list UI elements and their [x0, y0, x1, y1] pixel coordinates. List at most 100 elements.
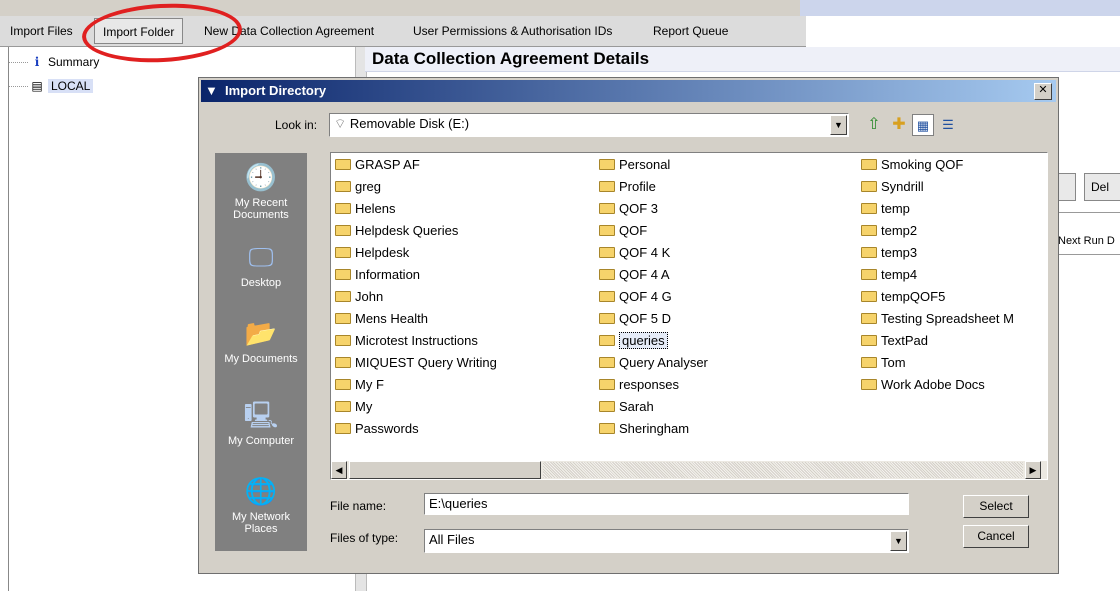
folder-item[interactable]: Smoking QOF — [861, 155, 1047, 175]
folder-item[interactable]: Syndrill — [861, 177, 1047, 197]
folder-name: temp — [881, 201, 910, 216]
folder-item[interactable]: temp4 — [861, 265, 1047, 285]
folder-name: QOF — [619, 223, 648, 238]
chevron-down-icon[interactable]: ▼ — [830, 115, 847, 135]
cancel-button[interactable]: Cancel — [963, 525, 1029, 548]
scroll-left-arrow[interactable]: ◀ — [331, 461, 347, 479]
folder-icon — [861, 203, 877, 215]
new-folder-icon[interactable]: ✚ — [888, 114, 910, 136]
list-view-icon[interactable]: ▦ — [912, 114, 934, 136]
file-name-field[interactable]: E:\queries — [424, 493, 909, 515]
delete-button[interactable]: Del — [1084, 173, 1120, 201]
folder-item[interactable]: Helpdesk Queries — [335, 221, 585, 241]
folder-item[interactable]: tempQOF5 — [861, 287, 1047, 307]
folder-item[interactable]: Work Adobe Docs — [861, 375, 1047, 395]
select-button[interactable]: Select — [963, 495, 1029, 518]
place-my-documents[interactable]: 📂 My Documents — [215, 315, 307, 365]
folder-item[interactable]: My F — [335, 375, 585, 395]
look-in-label: Look in: — [275, 118, 318, 132]
report-queue-button[interactable]: Report Queue — [645, 18, 736, 44]
folder-item[interactable]: Microtest Instructions — [335, 331, 585, 351]
scroll-thumb[interactable] — [349, 461, 541, 479]
folder-name: Mens Health — [355, 311, 428, 326]
folder-item[interactable]: Tom — [861, 353, 1047, 373]
folder-item[interactable]: Passwords — [335, 419, 585, 439]
user-permissions-button[interactable]: User Permissions & Authorisation IDs — [405, 18, 620, 44]
place-my-network[interactable]: 🌐 My Network Places — [215, 473, 307, 535]
folder-item[interactable]: Query Analyser — [599, 353, 849, 373]
folder-item[interactable]: MIQUEST Query Writing — [335, 353, 585, 373]
folder-icon — [599, 203, 615, 215]
background-button[interactable] — [1058, 173, 1076, 201]
folder-icon — [861, 379, 877, 391]
scroll-right-arrow[interactable]: ▶ — [1025, 461, 1041, 479]
folder-icon — [861, 269, 877, 281]
folder-item[interactable]: TextPad — [861, 331, 1047, 351]
folder-name: QOF 4 G — [619, 289, 672, 304]
folder-name: Query Analyser — [619, 355, 708, 370]
folder-item[interactable]: Helpdesk — [335, 243, 585, 263]
folder-item[interactable]: Information — [335, 265, 585, 285]
folder-item[interactable]: Sheringham — [599, 419, 849, 439]
folder-icon — [335, 357, 351, 369]
chevron-down-icon[interactable]: ▼ — [890, 531, 907, 551]
file-type-value: All Files — [429, 532, 475, 547]
place-my-computer[interactable]: 🖳 My Computer — [215, 397, 307, 447]
folder-icon — [861, 247, 877, 259]
folder-list[interactable]: GRASP AF greg Helens Helpdesk Queries Helpde… — [330, 152, 1048, 480]
folder-item[interactable]: GRASP AF — [335, 155, 585, 175]
folder-item[interactable]: temp2 — [861, 221, 1047, 241]
folder-item[interactable]: temp3 — [861, 243, 1047, 263]
folder-icon — [599, 291, 615, 303]
up-folder-icon[interactable]: ⇧ — [863, 114, 885, 136]
folder-name: Helens — [355, 201, 396, 216]
tree-item-summary[interactable]: i Summary — [8, 53, 99, 71]
folder-item[interactable]: QOF 3 — [599, 199, 849, 219]
place-recent-documents[interactable]: 🕘 My Recent Documents — [215, 159, 307, 221]
dialog-title: Import Directory — [225, 83, 327, 98]
folder-icon — [335, 379, 351, 391]
folder-name: Smoking QOF — [881, 157, 964, 172]
folder-item[interactable]: QOF 4 K — [599, 243, 849, 263]
folder-item[interactable]: Mens Health — [335, 309, 585, 329]
folder-item[interactable]: My — [335, 397, 585, 417]
folder-item[interactable]: Testing Spreadsheet M — [861, 309, 1047, 329]
file-type-combo[interactable]: All Files ▼ — [424, 529, 909, 553]
folder-item[interactable]: responses — [599, 375, 849, 395]
folder-item[interactable]: temp — [861, 199, 1047, 219]
folder-item[interactable]: QOF — [599, 221, 849, 241]
divider — [1058, 212, 1120, 213]
import-files-button[interactable]: Import Files — [2, 18, 81, 44]
folder-item[interactable]: Helens — [335, 199, 585, 219]
folder-icon — [861, 313, 877, 325]
folder-icon — [335, 423, 351, 435]
folder-item[interactable]: Sarah — [599, 397, 849, 417]
folder-item[interactable]: QOF 5 D — [599, 309, 849, 329]
folder-item[interactable]: queries — [599, 331, 849, 351]
details-view-icon[interactable]: ☰ — [937, 114, 959, 136]
place-desktop[interactable]: 🖵 Desktop — [215, 239, 307, 289]
folder-icon — [335, 159, 351, 171]
folder-name: Work Adobe Docs — [881, 377, 985, 392]
folder-icon — [599, 313, 615, 325]
folder-icon — [599, 181, 615, 193]
folder-icon — [335, 291, 351, 303]
dialog-titlebar[interactable]: ▼ Import Directory ✕ — [201, 80, 1056, 102]
look-in-combo[interactable]: ⌔ Removable Disk (E:) ▼ — [329, 113, 849, 137]
folder-name: Microtest Instructions — [355, 333, 478, 348]
folder-name: My — [355, 399, 373, 414]
folder-item[interactable]: QOF 4 G — [599, 287, 849, 307]
computer-icon: 🖳 — [243, 400, 279, 430]
folder-item[interactable]: QOF 4 A — [599, 265, 849, 285]
tree-item-local[interactable]: ▤ LOCAL — [8, 77, 94, 95]
folder-item[interactable]: greg — [335, 177, 585, 197]
scroll-track[interactable] — [543, 462, 1023, 478]
place-label: My Network Places — [231, 511, 291, 535]
close-button[interactable]: ✕ — [1034, 83, 1052, 100]
folder-item[interactable]: John — [335, 287, 585, 307]
file-type-label: Files of type: — [330, 531, 399, 545]
horizontal-scrollbar[interactable]: ◀ ▶ — [331, 461, 1047, 479]
folder-item[interactable]: Personal — [599, 155, 849, 175]
divider — [1058, 254, 1120, 255]
folder-item[interactable]: Profile — [599, 177, 849, 197]
